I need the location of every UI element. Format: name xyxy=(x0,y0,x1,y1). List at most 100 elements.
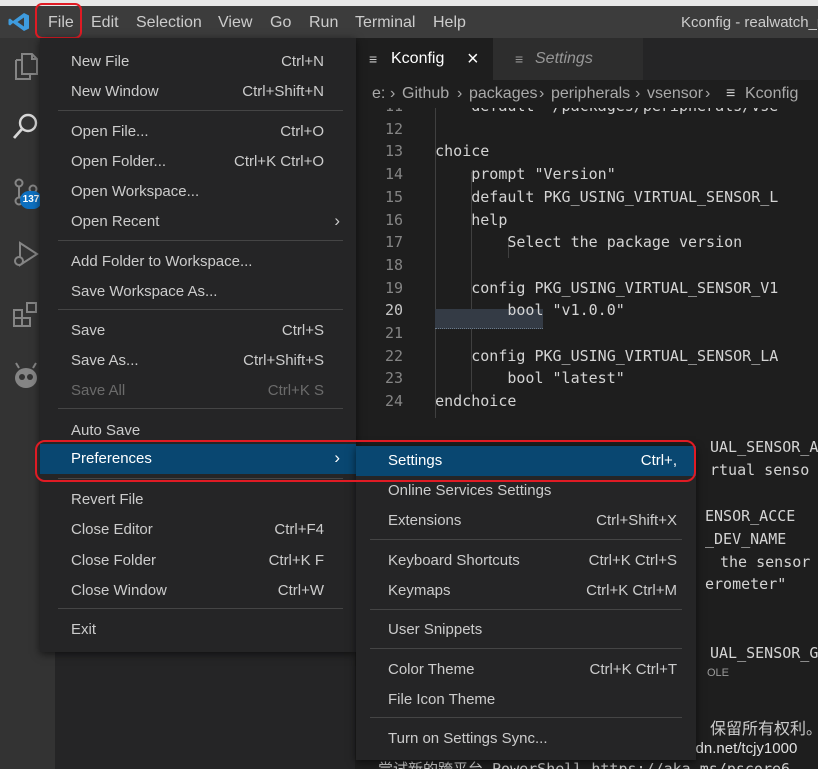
menu-separator xyxy=(58,608,343,609)
editor-tabs: ≡ Kconfig × ≡ Settings xyxy=(355,38,818,80)
menu-shortcut: Ctrl+K Ctrl+T xyxy=(589,661,677,678)
tab-settings[interactable]: ≡ Settings xyxy=(493,38,643,80)
menu-item-new-window[interactable]: New Window Ctrl+Shift+N xyxy=(40,77,356,107)
menu-label: Close Window xyxy=(71,582,167,599)
submenu-item-keymaps[interactable]: Keymaps Ctrl+K Ctrl+M xyxy=(356,576,696,606)
menu-shortcut: Ctrl+K F xyxy=(268,552,324,569)
line-number: 17 xyxy=(384,233,403,252)
run-debug-icon[interactable] xyxy=(10,238,42,270)
menu-go[interactable]: Go xyxy=(270,12,291,34)
chevron-right-icon: › xyxy=(457,85,463,102)
crumb-kconfig[interactable]: Kconfig xyxy=(745,84,798,104)
menu-shortcut: Ctrl+S xyxy=(281,322,324,339)
extensions-icon[interactable] xyxy=(10,298,42,330)
code-line: choice xyxy=(399,142,490,161)
title-bar: File Edit Selection View Go Run Terminal… xyxy=(0,6,818,38)
crumb-peripherals[interactable]: peripherals xyxy=(551,84,630,104)
menu-item-open-recent[interactable]: Open Recent › xyxy=(40,207,356,237)
menu-separator xyxy=(370,648,682,649)
menu-shortcut: Ctrl+O xyxy=(280,123,324,140)
submenu-item-extensions[interactable]: Extensions Ctrl+Shift+X xyxy=(356,506,696,536)
submenu-item-color-theme[interactable]: Color Theme Ctrl+K Ctrl+T xyxy=(356,655,696,685)
code-fragment: _DEV_NAME xyxy=(705,530,787,548)
line-number: 23 xyxy=(384,369,403,388)
line-number: 15 xyxy=(384,187,403,206)
menu-item-add-folder[interactable]: Add Folder to Workspace... xyxy=(40,247,356,277)
menu-item-open-file[interactable]: Open File... Ctrl+O xyxy=(40,117,356,147)
menu-terminal[interactable]: Terminal xyxy=(355,12,415,34)
menu-label: Save Workspace As... xyxy=(71,283,218,300)
menu-item-exit[interactable]: Exit xyxy=(40,615,356,645)
crumb-vsensor[interactable]: vsensor xyxy=(647,84,703,104)
crumb-github[interactable]: Github xyxy=(402,84,449,104)
line-number: 20 xyxy=(384,301,403,320)
menu-shortcut: Ctrl+K S xyxy=(267,382,324,399)
menu-item-close-folder[interactable]: Close Folder Ctrl+K F xyxy=(40,546,356,576)
tab-label: Settings xyxy=(535,50,593,67)
file-lines-icon: ≡ xyxy=(726,85,736,102)
search-icon[interactable] xyxy=(10,110,42,142)
line-number: 12 xyxy=(384,119,403,138)
menu-label: Open File... xyxy=(71,123,149,140)
menu-item-close-editor[interactable]: Close Editor Ctrl+F4 xyxy=(40,515,356,545)
menu-item-close-window[interactable]: Close Window Ctrl+W xyxy=(40,576,356,606)
menu-label: New Window xyxy=(71,83,159,100)
chevron-right-icon: › xyxy=(635,85,641,102)
menu-separator xyxy=(58,240,343,241)
chevron-right-icon: › xyxy=(539,85,545,102)
menu-item-save-workspace-as[interactable]: Save Workspace As... xyxy=(40,277,356,307)
code-fragment: the sensor xyxy=(720,553,811,571)
menu-shortcut: Ctrl+K Ctrl+S xyxy=(588,552,677,569)
submenu-item-keyboard-shortcuts[interactable]: Keyboard Shortcuts Ctrl+K Ctrl+S xyxy=(356,546,696,576)
menu-shortcut: Ctrl+N xyxy=(281,53,324,70)
window-title: Kconfig - realwatch_n xyxy=(681,14,818,31)
line-number: 22 xyxy=(384,346,403,365)
alien-icon[interactable] xyxy=(10,360,42,392)
menu-item-new-file[interactable]: New File Ctrl+N xyxy=(40,47,356,77)
vscode-logo-icon xyxy=(8,13,29,31)
menu-label: Turn on Settings Sync... xyxy=(388,730,548,747)
menu-item-save-as[interactable]: Save As... Ctrl+Shift+S xyxy=(40,346,356,376)
menu-separator xyxy=(370,609,682,610)
line-number: 24 xyxy=(384,392,403,411)
menu-label: Add Folder to Workspace... xyxy=(71,253,253,270)
file-menu: New File Ctrl+N New Window Ctrl+Shift+N Op… xyxy=(40,38,356,652)
code-line: prompt "Version" xyxy=(399,165,616,184)
menu-edit[interactable]: Edit xyxy=(91,12,119,34)
crumb-drive[interactable]: e: xyxy=(372,84,385,104)
menu-item-open-folder[interactable]: Open Folder... Ctrl+K Ctrl+O xyxy=(40,147,356,177)
menu-label: Color Theme xyxy=(388,661,475,678)
menu-view[interactable]: View xyxy=(218,12,252,34)
menu-separator xyxy=(58,110,343,111)
menu-label: Keyboard Shortcuts xyxy=(388,552,520,569)
menu-label: New File xyxy=(71,53,130,70)
terminal-fragment: 保留所有权利。 xyxy=(710,719,818,738)
tab-kconfig[interactable]: ≡ Kconfig × xyxy=(355,38,493,80)
chevron-right-icon: › xyxy=(334,211,340,230)
panel-tab-fragment: OLE xyxy=(707,667,730,679)
menu-item-save[interactable]: Save Ctrl+S xyxy=(40,316,356,346)
menu-item-revert-file[interactable]: Revert File xyxy=(40,485,356,515)
line-number: 13 xyxy=(384,142,403,161)
menu-item-save-all: Save All Ctrl+K S xyxy=(40,376,356,406)
menu-label: Open Workspace... xyxy=(71,183,200,200)
code-line: default PKG_USING_VIRTUAL_SENSOR_L xyxy=(399,187,779,206)
menu-label: Revert File xyxy=(71,491,144,508)
menu-shortcut: Ctrl+Shift+S xyxy=(243,352,324,369)
menu-item-open-workspace[interactable]: Open Workspace... xyxy=(40,177,356,207)
crumb-packages[interactable]: packages xyxy=(469,84,538,104)
menu-run[interactable]: Run xyxy=(309,12,338,34)
breadcrumb: e: › Github › packages › peripherals › v… xyxy=(355,80,818,108)
close-icon[interactable]: × xyxy=(467,38,479,80)
menu-label: Auto Save xyxy=(71,422,141,439)
line-number: 14 xyxy=(384,165,403,184)
submenu-item-settings-sync[interactable]: Turn on Settings Sync... xyxy=(356,724,696,754)
code-fragment: UAL_SENSOR_GY xyxy=(710,644,818,662)
submenu-item-file-icon-theme[interactable]: File Icon Theme xyxy=(356,685,696,715)
explorer-icon[interactable] xyxy=(10,50,42,82)
submenu-item-user-snippets[interactable]: User Snippets xyxy=(356,615,696,645)
menu-help[interactable]: Help xyxy=(433,12,466,34)
file-menu-highlight xyxy=(35,3,82,39)
menu-selection[interactable]: Selection xyxy=(136,12,202,34)
line-number: 21 xyxy=(384,324,403,342)
